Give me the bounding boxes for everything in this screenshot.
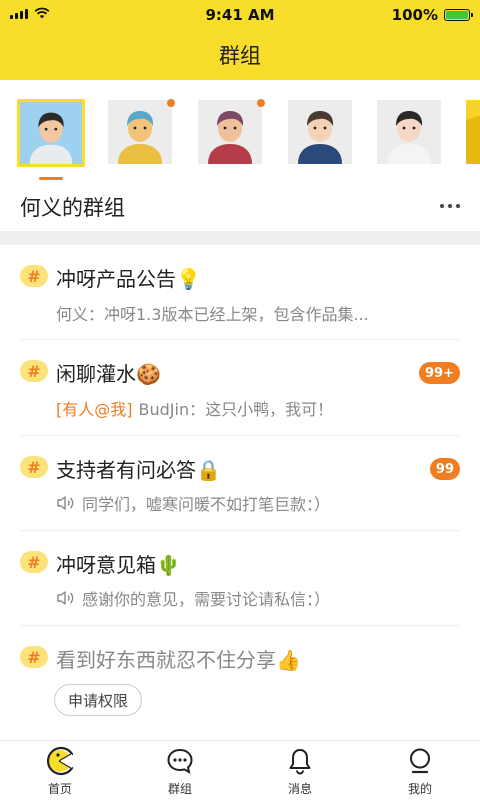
avatar-woman-purple-hair[interactable] [198, 100, 262, 164]
last-message: [有人@我] BudJin：这只小鸭，我可！ [56, 396, 333, 420]
bell-icon [289, 749, 311, 775]
home-pacman-icon [47, 746, 74, 776]
last-message-text: 感谢你的意见，需要讨论请私信：） [82, 590, 331, 609]
group-header: 何义的群组 [0, 185, 480, 230]
group-item[interactable]: # 闲聊灌水🍪 99+ [有人@我] BudJin：这只小鸭，我可！ [0, 341, 480, 436]
last-message-text: 同学们，嘘寒问暖不如打笔巨款：） [82, 495, 331, 514]
avatar-man-red-tie-portrait [288, 100, 352, 164]
speaker-icon [57, 591, 74, 605]
avatar-partial-yellow[interactable] [466, 100, 480, 164]
group-name: 看到好东西就忍不住分享👍 [56, 648, 301, 672]
avatar-partial-yellow-portrait [466, 100, 480, 164]
unread-badge: 99 [429, 458, 460, 480]
more-icon[interactable] [440, 204, 460, 208]
mention-tag: [有人@我] [56, 400, 133, 419]
unread-badge: 99+ [419, 362, 460, 384]
unread-dot [167, 99, 175, 107]
hashtag-icon: # [20, 646, 48, 668]
hashtag-icon: # [20, 551, 48, 573]
group-item[interactable]: # 支持者有问必答🔒 99 同学们，嘘寒问暖不如打笔巨款：） [0, 436, 480, 531]
group-avatars-row [0, 90, 480, 185]
avatar-woman-sunglasses[interactable] [377, 100, 441, 164]
last-message: 同学们，嘘寒问暖不如打笔巨款：） [56, 491, 330, 515]
group-title: 何义的群组 [20, 196, 125, 220]
avatar-woman-purple-hair-portrait [198, 100, 262, 164]
tab-messages[interactable]: 消息 [240, 741, 360, 801]
nav-bar: 群组 [0, 30, 480, 80]
chat-bubble-icon [167, 748, 193, 774]
page-title: 群组 [219, 44, 261, 68]
group-name: 冲呀意见箱🌵 [56, 553, 181, 577]
request-permission-button[interactable]: 申请权限 [54, 684, 142, 716]
status-right: 100% [391, 6, 473, 24]
speaker-icon [57, 496, 74, 510]
hashtag-icon: # [20, 456, 48, 478]
tab-profile[interactable]: 我的 [360, 741, 480, 801]
last-message: 何义：冲呀1.3版本已经上架，包含作品集... [56, 301, 369, 325]
battery-percent: 100% [391, 6, 438, 24]
avatar-girl-pearl-earring[interactable] [108, 100, 172, 164]
group-name: 冲呀产品公告💡 [56, 267, 201, 291]
group-item[interactable]: # 看到好东西就忍不住分享👍 申请权限 [0, 626, 480, 720]
group-item[interactable]: # 冲呀意见箱🌵 感谢你的意见，需要讨论请私信：） [0, 531, 480, 626]
avatar-man-red-tie[interactable] [288, 100, 352, 164]
group-item[interactable]: # 冲呀产品公告💡 何义：冲呀1.3版本已经上架，包含作品集... [0, 246, 480, 340]
avatar-cartoon-man-portrait [20, 102, 82, 164]
tab-label: 群组 [167, 782, 192, 796]
profile-icon [410, 748, 430, 774]
last-message-text: BudJin：这只小鸭，我可！ [138, 400, 334, 419]
selected-indicator [39, 177, 63, 180]
tab-label: 我的 [407, 782, 432, 796]
list-divider [20, 339, 460, 340]
hashtag-icon: # [20, 360, 48, 382]
tab-groups[interactable]: 群组 [120, 741, 240, 801]
tab-label: 消息 [287, 782, 312, 796]
avatar-cartoon-man[interactable] [17, 99, 85, 167]
unread-dot [257, 99, 265, 107]
battery-icon [444, 9, 473, 21]
tab-home[interactable]: 首页 [0, 741, 120, 801]
last-message: 感谢你的意见，需要讨论请私信：） [56, 586, 330, 610]
tab-bar: 首页 群组 消息 我的 [0, 740, 480, 801]
status-bar: 9:41 AM 100% [0, 0, 480, 30]
avatar-girl-pearl-earring-portrait [108, 100, 172, 164]
avatar-woman-sunglasses-portrait [377, 100, 441, 164]
tab-label: 首页 [47, 782, 72, 796]
section-separator [0, 231, 480, 245]
last-message-text: 何义：冲呀1.3版本已经上架，包含作品集... [56, 305, 369, 324]
hashtag-icon: # [20, 265, 48, 287]
group-name: 支持者有问必答🔒 [56, 458, 221, 482]
group-name: 闲聊灌水🍪 [56, 362, 161, 386]
